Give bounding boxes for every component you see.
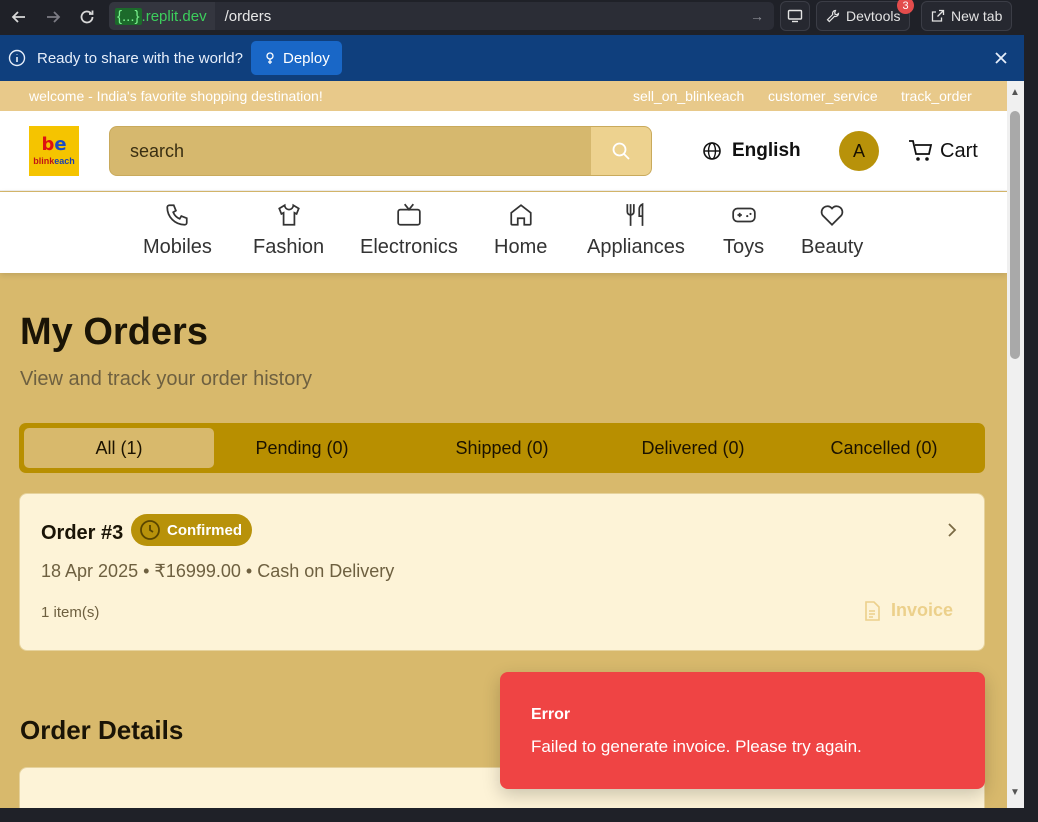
deploy-icon <box>266 52 274 64</box>
back-button[interactable] <box>4 2 34 32</box>
site-header: be blinkeach English A Cart <box>0 111 1007 191</box>
url-domain-text: .replit.dev <box>141 7 207 25</box>
window-edge <box>1024 33 1038 822</box>
category-label: Appliances <box>587 236 685 258</box>
site-logo[interactable]: be blinkeach <box>29 126 79 176</box>
error-toast[interactable]: Error Failed to generate invoice. Please… <box>500 672 985 789</box>
forward-button[interactable] <box>38 2 68 32</box>
gamepad-icon <box>731 207 756 223</box>
category-label: Mobiles <box>143 236 212 258</box>
category-mobiles[interactable]: Mobiles <box>143 202 212 259</box>
shirt-icon <box>277 203 300 226</box>
home-icon <box>510 204 532 226</box>
logo-wordmark: blinkeach <box>33 156 75 166</box>
globe-icon <box>703 142 721 160</box>
cart-label: Cart <box>940 139 978 162</box>
clock-icon <box>140 520 160 540</box>
reload-button[interactable] <box>72 2 102 32</box>
new-tab-button[interactable]: New tab <box>921 1 1013 31</box>
url-path: /orders <box>224 7 272 25</box>
external-link-icon <box>931 9 945 22</box>
category-label: Electronics <box>360 236 458 258</box>
screen-button[interactable] <box>780 1 810 31</box>
deploy-label: Deploy <box>283 49 330 67</box>
deploy-message: Ready to share with the world? <box>37 50 243 67</box>
arrow-right-icon <box>47 10 61 23</box>
cart-icon <box>909 140 933 161</box>
item-count: 1 item(s) <box>41 604 100 621</box>
toast-message: Failed to generate invoice. Please try a… <box>531 737 862 756</box>
category-label: Beauty <box>801 236 864 258</box>
search-bar <box>109 126 652 176</box>
arrow-left-icon <box>11 10 25 23</box>
category-nav: Mobiles Fashion Electronics Home Applian… <box>0 192 1007 273</box>
order-meta: 18 Apr 2025 • ₹16999.00 • Cash on Delive… <box>41 561 395 581</box>
reload-icon <box>80 10 94 23</box>
avatar[interactable]: A <box>839 131 879 171</box>
url-domain-brace: {...} <box>115 7 142 25</box>
go-arrow-icon[interactable]: → <box>750 8 774 24</box>
category-beauty[interactable]: Beauty <box>801 202 863 259</box>
order-title: Order #3 <box>41 522 124 544</box>
sell-link[interactable]: sell_on_blinkeach <box>633 88 744 104</box>
category-electronics[interactable]: Electronics <box>360 202 458 259</box>
tab-all[interactable]: All (1) <box>24 428 214 468</box>
category-label: Fashion <box>253 236 325 258</box>
order-details-title: Order Details <box>20 715 184 745</box>
heart-icon <box>820 205 844 226</box>
monitor-icon <box>787 9 803 23</box>
tab-cancelled[interactable]: Cancelled (0) <box>789 428 979 468</box>
scroll-down-icon[interactable]: ▼ <box>1010 787 1020 798</box>
new-tab-label: New tab <box>951 8 1003 24</box>
scroll-up-icon[interactable]: ▲ <box>1010 87 1020 98</box>
chevron-right-icon[interactable] <box>945 521 959 544</box>
customer-service-link[interactable]: customer_service <box>768 88 878 104</box>
welcome-text: welcome - India's favorite shopping dest… <box>29 88 323 104</box>
cart-button[interactable]: Cart <box>908 139 978 163</box>
status-label: Confirmed <box>167 521 242 539</box>
page-subtitle: View and track your order history <box>20 368 312 390</box>
close-icon[interactable] <box>994 51 1008 65</box>
category-label: Toys <box>723 236 765 258</box>
url-domain: {...} .replit.dev <box>109 2 215 30</box>
invoice-label: Invoice <box>891 600 954 620</box>
devtools-label: Devtools <box>846 8 901 24</box>
search-input[interactable] <box>110 127 593 175</box>
file-icon <box>865 600 880 621</box>
page-scrollbar[interactable]: ▲ ▼ <box>1007 81 1024 808</box>
window-bottom-edge <box>0 808 1038 822</box>
category-home[interactable]: Home <box>494 202 547 259</box>
info-icon <box>8 49 26 67</box>
order-card[interactable]: Order #3 Confirmed 18 Apr 2025 • ₹16999.… <box>19 493 985 651</box>
deploy-banner: Ready to share with the world? Deploy <box>0 35 1024 81</box>
language-selector[interactable]: English <box>702 140 801 162</box>
language-label: English <box>732 140 801 161</box>
tab-pending[interactable]: Pending (0) <box>207 428 397 468</box>
status-badge: Confirmed <box>131 514 252 546</box>
toast-title: Error <box>531 706 571 723</box>
category-appliances[interactable]: Appliances <box>587 202 685 259</box>
tv-icon <box>397 203 421 226</box>
page-title: My Orders <box>20 311 208 353</box>
search-button[interactable] <box>591 127 651 175</box>
category-fashion[interactable]: Fashion <box>253 202 324 259</box>
address-bar[interactable]: {...} .replit.dev /orders → <box>109 2 774 30</box>
page-viewport: welcome - India's favorite shopping dest… <box>0 81 1007 808</box>
search-icon <box>612 142 630 160</box>
wrench-icon <box>826 9 840 23</box>
category-label: Home <box>494 236 548 258</box>
top-strip: welcome - India's favorite shopping dest… <box>0 81 1007 111</box>
phone-icon <box>166 204 189 226</box>
logo-mark: be <box>41 134 67 155</box>
tab-delivered[interactable]: Delivered (0) <box>598 428 788 468</box>
invoice-button[interactable]: Invoice <box>863 600 953 621</box>
deploy-button[interactable]: Deploy <box>251 41 342 75</box>
order-status-tabs: All (1) Pending (0) Shipped (0) Delivere… <box>19 423 985 473</box>
scrollbar-thumb[interactable] <box>1010 111 1020 359</box>
track-order-link[interactable]: track_order <box>901 88 972 104</box>
category-toys[interactable]: Toys <box>723 202 764 259</box>
tab-shipped[interactable]: Shipped (0) <box>407 428 597 468</box>
utensils-icon <box>626 202 644 226</box>
